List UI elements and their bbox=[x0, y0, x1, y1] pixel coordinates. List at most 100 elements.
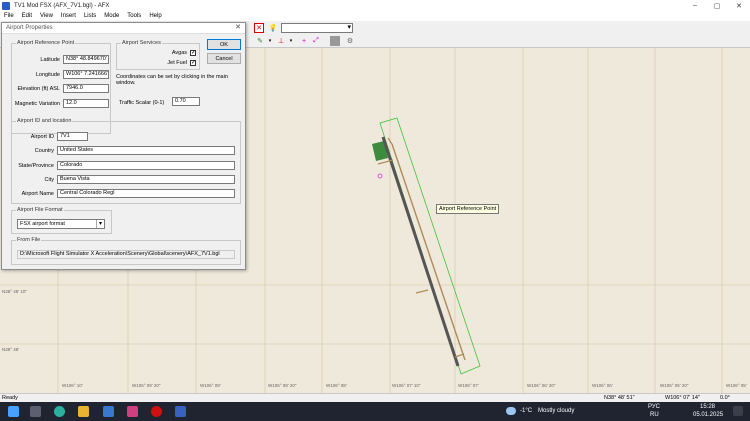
ok-button[interactable]: OK bbox=[207, 39, 241, 50]
city-label: City bbox=[44, 177, 54, 183]
cancel-button[interactable]: Cancel bbox=[207, 53, 241, 64]
services-group: Airport Services Avgas ✓ Jet Fuel ✓ bbox=[116, 40, 200, 70]
explorer-icon[interactable] bbox=[78, 406, 89, 417]
clock-time[interactable]: 15:28 bbox=[700, 404, 715, 410]
id-location-legend: Airport ID and location bbox=[16, 118, 73, 124]
arp-marker bbox=[377, 173, 383, 179]
longitude-label: W106° 06' 20" bbox=[527, 383, 556, 388]
dialog-close-icon[interactable]: ✕ bbox=[235, 23, 241, 31]
menu-lists[interactable]: Lists bbox=[80, 13, 100, 19]
status-longitude: W106° 07' 14" bbox=[665, 395, 700, 401]
record-icon[interactable] bbox=[151, 406, 162, 417]
hint-icon[interactable]: 💡 bbox=[268, 23, 278, 33]
longitude-label: W106° 06' bbox=[592, 383, 613, 388]
longitude-label: W106° 07' 10" bbox=[392, 383, 421, 388]
menu-mode[interactable]: Mode bbox=[100, 13, 123, 19]
line-tool-icon[interactable]: ⤢ bbox=[311, 36, 321, 46]
from-file-path: D:\Microsoft Flight Simulator X Accelera… bbox=[17, 250, 235, 259]
airport-boundary bbox=[379, 117, 481, 375]
latitude-label: N38° 48' bbox=[2, 347, 19, 352]
menu-file[interactable]: File bbox=[0, 13, 18, 19]
menu-insert[interactable]: Insert bbox=[57, 13, 80, 19]
format-legend: Airport File Format bbox=[16, 207, 64, 213]
dialog-title: Airport Properties bbox=[2, 23, 245, 34]
longitude-label: W106° 09' 20" bbox=[132, 383, 161, 388]
runway bbox=[381, 136, 460, 367]
longitude-field[interactable]: W106° 7.241666' bbox=[63, 70, 109, 79]
add-point-icon[interactable]: + bbox=[299, 36, 309, 46]
maximize-button[interactable]: ▢ bbox=[706, 0, 728, 11]
latitude-label: N38° 48' 10" bbox=[2, 289, 27, 294]
elevation-field[interactable]: 7946.0 bbox=[63, 84, 109, 93]
task-view-icon[interactable] bbox=[30, 406, 41, 417]
store-icon[interactable] bbox=[103, 406, 114, 417]
minimize-button[interactable]: – bbox=[684, 0, 706, 11]
window-title: TV1 Mod FSX (AFX_7V1.bgl) - AFX bbox=[14, 2, 110, 9]
latitude-label: Latitude bbox=[40, 57, 60, 63]
elevation-label: Elevation (ft) ASL bbox=[17, 86, 61, 92]
latitude-labels: N38° 48' 10" N38° 48' bbox=[2, 289, 27, 352]
longitude-labels: W106° 10' W106° 09' 20" W106° 09' W106° 08'… bbox=[62, 383, 747, 388]
latitude-field[interactable]: N38° 48.849670' bbox=[63, 55, 109, 64]
id-location-group: Airport ID and location Airport ID 7V1 C… bbox=[11, 118, 241, 204]
menu-help[interactable]: Help bbox=[145, 13, 165, 19]
weather-icon[interactable] bbox=[506, 407, 516, 415]
jetfuel-label: Jet Fuel bbox=[167, 60, 187, 66]
draw-path-icon[interactable]: ✎ bbox=[255, 36, 265, 46]
longitude-label: Longitude bbox=[35, 72, 60, 78]
status-ready: Ready bbox=[2, 395, 18, 401]
longitude-label: W106° 05' bbox=[726, 383, 747, 388]
start-icon[interactable] bbox=[8, 406, 19, 417]
taskbar: -1°C Mostly cloudy РУС RU 15:28 05.01.20… bbox=[0, 402, 750, 421]
from-file-legend: From File bbox=[16, 237, 42, 243]
notification-icon[interactable] bbox=[733, 406, 743, 416]
menu-edit[interactable]: Edit bbox=[18, 13, 36, 19]
longitude-label: W106° 07' bbox=[458, 383, 479, 388]
magvar-field[interactable]: 12.0 bbox=[63, 99, 109, 108]
menu-bar: File Edit View Insert Lists Mode Tools H… bbox=[0, 11, 750, 21]
status-latitude: N38° 48' 51" bbox=[604, 395, 635, 401]
status-bar: Ready N38° 48' 51" W106° 07' 14" 0.0° bbox=[0, 393, 750, 402]
close-button[interactable]: ✕ bbox=[728, 0, 750, 11]
app-icon-2[interactable] bbox=[127, 406, 138, 417]
afx-taskbar-icon[interactable] bbox=[175, 406, 186, 417]
title-bar: TV1 Mod FSX (AFX_7V1.bgl) - AFX – ▢ ✕ bbox=[0, 0, 750, 11]
longitude-label: W106° 09' bbox=[200, 383, 221, 388]
runway-tool-icon[interactable]: ⊥ bbox=[276, 36, 286, 46]
menu-tools[interactable]: Tools bbox=[123, 13, 145, 19]
magvar-label: Magnetic Variation bbox=[14, 101, 60, 107]
dropdown-arrow-icon[interactable]: ▾ bbox=[265, 36, 275, 46]
format-select[interactable]: FSX airport format ▾ bbox=[17, 219, 105, 229]
weather-text: Mostly cloudy bbox=[538, 408, 575, 414]
jetfuel-checkbox[interactable]: ✓ bbox=[190, 60, 196, 66]
chevron-down-icon: ▾ bbox=[96, 220, 104, 228]
weather-temp: -1°C bbox=[520, 408, 533, 414]
avgas-checkbox[interactable]: ✓ bbox=[190, 50, 196, 56]
menu-view[interactable]: View bbox=[36, 13, 57, 19]
edge-icon[interactable] bbox=[54, 406, 65, 417]
traffic-label: Traffic Scalar (0-1) bbox=[119, 100, 165, 106]
fill-tool-icon[interactable] bbox=[330, 36, 340, 46]
city-field[interactable]: Buena Vista bbox=[57, 175, 235, 184]
status-zoom: 0.0° bbox=[720, 395, 730, 401]
settings-icon[interactable]: ⚙ bbox=[345, 36, 355, 46]
toolbar-combo[interactable] bbox=[281, 23, 353, 33]
lang-indicator[interactable]: РУС bbox=[648, 404, 660, 410]
format-value: FSX airport format bbox=[20, 221, 65, 227]
longitude-label: W106° 10' bbox=[62, 383, 83, 388]
airport-name-field[interactable]: Central Colorado Regl bbox=[57, 189, 235, 198]
state-label: State/Province bbox=[18, 163, 54, 169]
from-file-group: From File D:\Microsoft Flight Simulator … bbox=[11, 237, 241, 265]
arp-legend: Airport Reference Point bbox=[16, 40, 76, 46]
delete-icon[interactable]: ✕ bbox=[254, 23, 264, 33]
dropdown-arrow-icon-2[interactable]: ▾ bbox=[286, 36, 296, 46]
longitude-label: W106° 08' bbox=[326, 383, 347, 388]
airport-id-field[interactable]: 7V1 bbox=[57, 132, 88, 141]
country-field[interactable]: United States bbox=[57, 146, 235, 155]
taxiway-connector-3 bbox=[415, 289, 429, 294]
map-tooltip: Airport Reference Point bbox=[436, 204, 500, 214]
coordinates-note: Coordinates can be set by clicking in th… bbox=[116, 74, 228, 86]
state-field[interactable]: Colorado bbox=[57, 161, 235, 170]
airport-name-label: Airport Name bbox=[21, 191, 54, 197]
traffic-field[interactable]: 0.70 bbox=[172, 97, 200, 106]
